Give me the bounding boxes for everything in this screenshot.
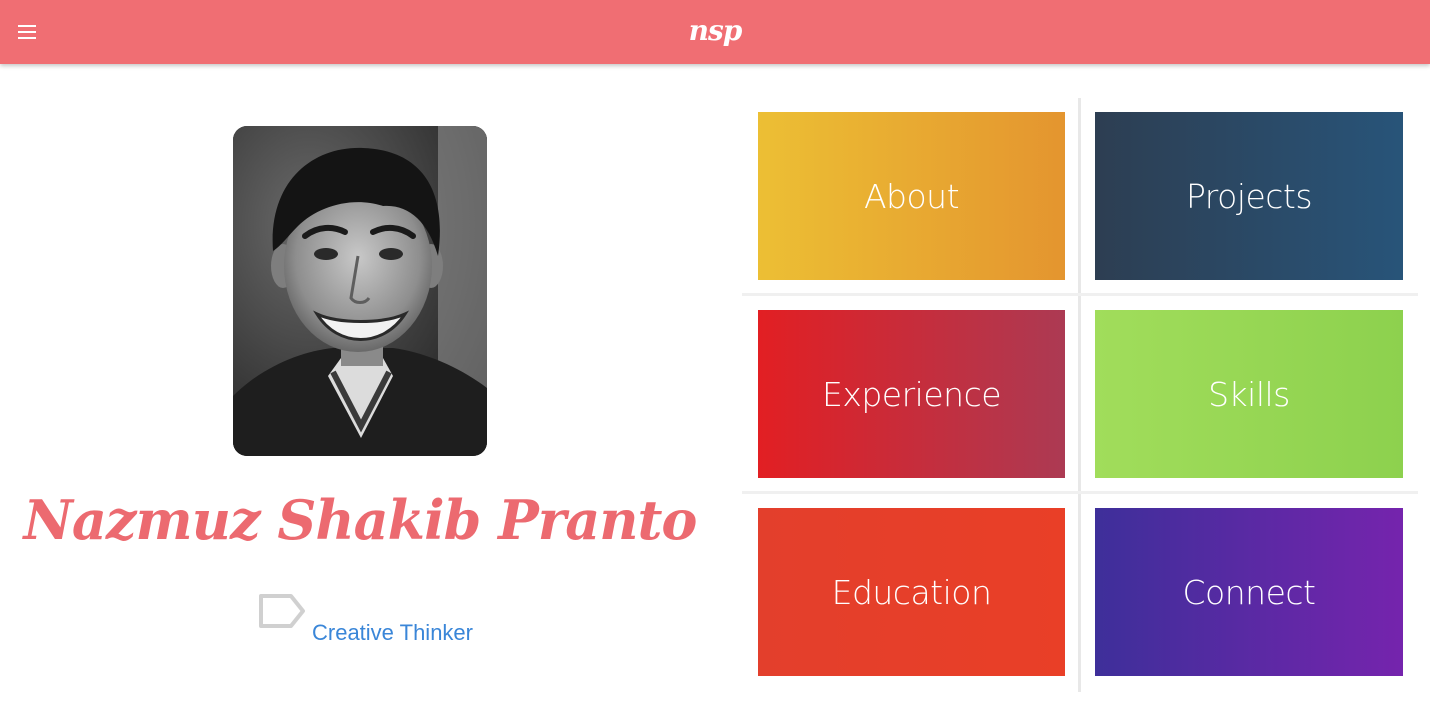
- brand-logo[interactable]: nsp: [689, 14, 743, 47]
- hamburger-menu-icon[interactable]: [16, 22, 38, 42]
- section-navigation-grid: About Projects Experience Skills Educati…: [742, 98, 1418, 692]
- skills-tile-label: Skills: [1208, 374, 1290, 414]
- skills-tile[interactable]: Skills: [1095, 310, 1403, 478]
- connect-tile-label: Connect: [1182, 572, 1316, 612]
- profile-name: Nazmuz Shakib Pranto: [23, 488, 698, 552]
- projects-tile-label: Projects: [1185, 176, 1313, 216]
- portrait-illustration: [233, 126, 487, 456]
- grid-divider-vertical: [1078, 98, 1081, 692]
- about-tile[interactable]: About: [758, 112, 1065, 280]
- education-tile[interactable]: Education: [758, 508, 1065, 676]
- top-app-bar: nsp: [0, 0, 1430, 64]
- grid-divider-horizontal: [742, 491, 1418, 494]
- education-tile-label: Education: [831, 572, 992, 612]
- experience-tile[interactable]: Experience: [758, 310, 1065, 478]
- tagline: Creative Thinker: [312, 620, 473, 645]
- projects-tile[interactable]: Projects: [1095, 112, 1403, 280]
- profile-photo: [233, 126, 487, 456]
- experience-tile-label: Experience: [821, 374, 1002, 414]
- grid-divider-horizontal: [742, 293, 1418, 296]
- connect-tile[interactable]: Connect: [1095, 508, 1403, 676]
- tag-icon: [259, 594, 305, 628]
- brand-logo-container: nsp: [0, 14, 1430, 48]
- about-tile-label: About: [863, 176, 960, 216]
